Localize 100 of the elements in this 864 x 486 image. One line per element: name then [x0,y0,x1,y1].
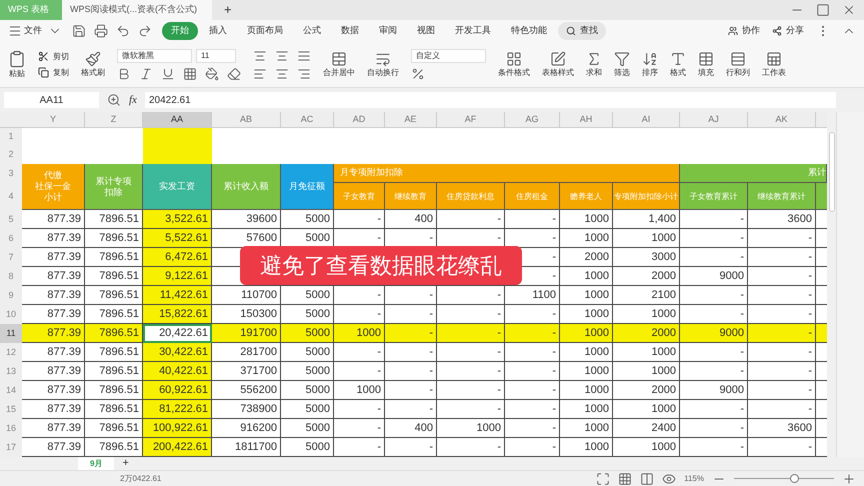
table-cell[interactable]: 1000 [560,305,613,324]
table-cell[interactable]: 1000 [613,438,680,457]
font-select[interactable]: 微软雅黑 [117,48,192,62]
table-cell[interactable]: 1000 [334,381,385,400]
table-cell[interactable]: 877.39 [22,248,85,267]
table-cell[interactable]: - [748,324,816,343]
table-cell[interactable]: - [334,286,385,305]
table-cell[interactable]: - [680,362,748,381]
column-header[interactable]: AE [385,112,437,128]
table-cell[interactable]: - [334,362,385,381]
column-header[interactable]: Z [85,112,143,128]
undo-icon[interactable] [116,24,130,38]
tool-icon[interactable] [766,50,782,66]
table-cell[interactable]: - [505,400,560,419]
table-cell[interactable]: 2000 [613,267,680,286]
indent-icon[interactable] [297,48,311,62]
menu-tab[interactable]: 审阅 [370,22,406,40]
table-cell[interactable]: - [334,419,385,438]
table-cell[interactable]: - [505,381,560,400]
table-cell[interactable]: 100,922.61 [143,419,212,438]
table-cell[interactable]: - [385,438,437,457]
ribbon-tool-button[interactable]: 条件格式 [498,66,530,78]
table-cell[interactable]: 877.39 [22,419,85,438]
paste-icon[interactable] [8,50,26,68]
italic-icon[interactable] [139,66,153,80]
table-cell[interactable]: 200,422.61 [143,438,212,457]
table-cell[interactable]: - [748,381,816,400]
table-cell[interactable]: 5000 [281,362,334,381]
table-cell[interactable]: 877.39 [22,324,85,343]
table-cell[interactable]: 556200 [212,381,281,400]
table-cell[interactable]: - [437,286,505,305]
fullscreen-icon[interactable] [596,472,610,486]
table-cell[interactable]: - [505,305,560,324]
table-cell[interactable]: 877.39 [22,210,85,229]
zoom-level[interactable]: 115% [684,472,704,484]
underline-icon[interactable] [161,66,175,80]
table-cell[interactable]: - [748,267,816,286]
cut-button[interactable]: 剪切 [38,50,69,62]
table-cell[interactable]: 877.39 [22,229,85,248]
page-view-icon[interactable] [640,472,654,486]
column-header[interactable]: AB [212,112,281,128]
table-cell[interactable]: 1000 [613,362,680,381]
table-cell[interactable]: - [748,305,816,324]
table-cell[interactable]: 110700 [212,286,281,305]
share-icon[interactable] [772,26,782,36]
ribbon-tool-button[interactable]: 求和 [586,66,602,78]
column-header[interactable]: AC [281,112,334,128]
table-cell[interactable]: 1000 [613,400,680,419]
table-cell[interactable]: 7896.51 [85,229,143,248]
align-center-icon[interactable] [275,66,289,80]
table-cell[interactable] [816,324,827,343]
menu-tab[interactable]: 页面布局 [238,22,292,40]
table-cell[interactable]: 877.39 [22,305,85,324]
table-cell[interactable]: - [505,343,560,362]
table-cell[interactable]: 5000 [281,210,334,229]
close-icon[interactable] [842,3,856,17]
table-cell[interactable]: 2100 [613,286,680,305]
column-header[interactable]: AA [143,112,212,128]
column-header[interactable]: AF [437,112,505,128]
table-cell[interactable]: 7896.51 [85,210,143,229]
table-cell[interactable]: - [437,400,505,419]
table-cell[interactable]: 6,472.61 [143,248,212,267]
table-cell[interactable]: 877.39 [22,400,85,419]
search-icon[interactable] [566,26,576,36]
tool-icon[interactable] [698,50,714,66]
table-cell[interactable]: 400 [385,210,437,229]
maximize-icon[interactable] [816,3,830,17]
merge-icon[interactable] [331,50,347,66]
tool-icon[interactable] [670,50,686,66]
font-size-select[interactable]: 11 [196,48,236,62]
table-cell[interactable]: 1000 [560,343,613,362]
table-cell[interactable]: 7896.51 [85,362,143,381]
table-cell[interactable]: 3600 [748,419,816,438]
table-cell[interactable]: - [505,210,560,229]
table-cell[interactable]: 7896.51 [85,286,143,305]
table-cell[interactable]: - [385,381,437,400]
table-cell[interactable]: 877.39 [22,438,85,457]
table-cell[interactable]: - [748,248,816,267]
table-cell[interactable]: - [680,305,748,324]
menu-tab[interactable]: 特色功能 [502,22,556,40]
table-cell[interactable]: 1000 [560,324,613,343]
tool-icon[interactable] [550,50,566,66]
table-cell[interactable]: 2000 [613,324,680,343]
table-cell[interactable]: 1000 [437,419,505,438]
redo-icon[interactable] [138,24,152,38]
table-cell[interactable]: 5000 [281,438,334,457]
table-cell[interactable]: 20,422.61 [143,324,212,343]
table-cell[interactable]: 2000 [613,381,680,400]
table-cell[interactable]: 9000 [680,267,748,286]
table-cell[interactable]: 1000 [560,267,613,286]
table-cell[interactable]: 7896.51 [85,419,143,438]
table-cell[interactable]: 5000 [281,381,334,400]
table-cell[interactable]: 40,422.61 [143,362,212,381]
table-cell[interactable]: - [334,210,385,229]
table-cell[interactable]: - [680,419,748,438]
table-cell[interactable]: - [385,305,437,324]
table-cell[interactable]: 150300 [212,305,281,324]
table-cell[interactable]: 30,422.61 [143,343,212,362]
table-cell[interactable]: 60,922.61 [143,381,212,400]
table-cell[interactable]: - [437,343,505,362]
